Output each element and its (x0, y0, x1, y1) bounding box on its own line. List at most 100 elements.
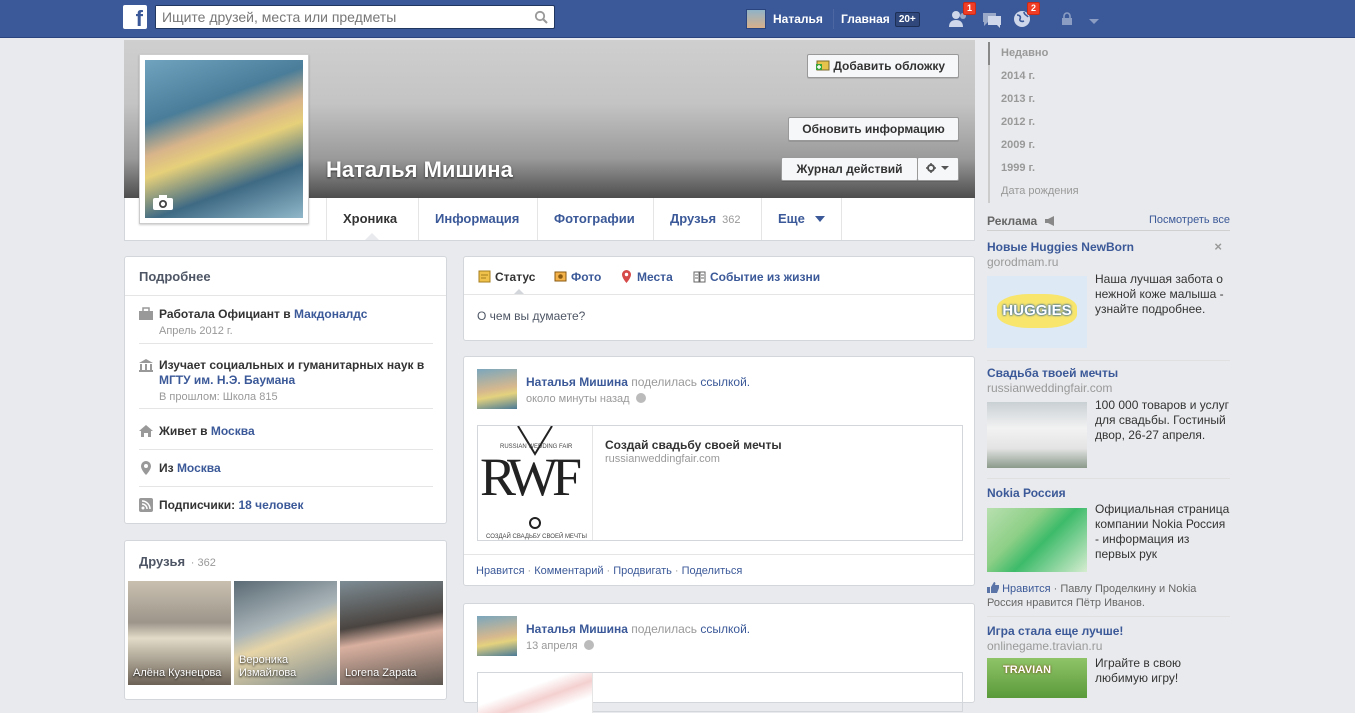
post: Наталья Мишина поделилась ссылкой. 13 ап… (463, 603, 975, 713)
composer-tab-places[interactable]: Места (620, 270, 673, 284)
ad-title[interactable]: Игра стала еще лучше! (987, 624, 1230, 638)
status-input[interactable]: О чем вы думаете? (477, 309, 585, 323)
year-item[interactable]: Недавно (988, 42, 1118, 65)
megaphone-icon (1044, 216, 1054, 226)
post-author-link[interactable]: Наталья Мишина (526, 622, 628, 636)
thumbs-up-icon (987, 582, 999, 593)
settings-dropdown-icon[interactable] (1088, 15, 1100, 29)
close-icon[interactable]: × (1214, 239, 1222, 254)
messages-icon[interactable] (981, 9, 1003, 29)
chevron-down-icon (814, 216, 825, 222)
search-icon[interactable] (534, 10, 548, 24)
friend-tile[interactable]: Вероника Измайлова (234, 581, 337, 685)
about-title: Подробнее (125, 257, 446, 296)
lives-city-link[interactable]: Москва (211, 424, 255, 438)
ad-text: Официальная страница компании Nokia Росс… (1095, 502, 1230, 561)
share-link[interactable]: Поделиться (682, 565, 743, 577)
friend-requests-icon[interactable]: 1 (948, 2, 976, 29)
ad-image[interactable]: TRAVIAN (987, 658, 1087, 698)
ad-text: Играйте в свою любимую игру! (1095, 656, 1182, 685)
privacy-shortcuts-icon[interactable] (1060, 12, 1078, 29)
friend-tile[interactable]: Алёна Кузнецова (128, 581, 231, 685)
promote-link[interactable]: Продвигать (613, 565, 672, 577)
camera-icon[interactable] (153, 195, 173, 210)
friends-box-count: · 362 (190, 557, 216, 569)
composer-tab-status[interactable]: Статус (478, 270, 535, 284)
composer-tab-life-event[interactable]: Событие из жизни (693, 270, 820, 284)
ad-url: gorodmam.ru (987, 255, 1059, 269)
tab-more[interactable]: Еще (761, 198, 842, 240)
see-all-ads-link[interactable]: Посмотреть все (1149, 214, 1230, 226)
avatar[interactable] (477, 369, 517, 409)
ad-image[interactable]: HUGGIES (987, 276, 1087, 348)
composer-tab-photo[interactable]: Фото (554, 270, 601, 284)
tab-info[interactable]: Информация (418, 198, 535, 240)
from-city-link[interactable]: Москва (177, 461, 221, 475)
ad-title[interactable]: Новые Huggies NewBorn (987, 240, 1230, 254)
post-object-link[interactable]: ссылкой. (700, 375, 750, 389)
home-link[interactable]: Главная 20+ (841, 0, 920, 38)
ad-like-link[interactable]: Нравится (1002, 583, 1051, 595)
update-info-label: Обновить информацию (802, 122, 945, 136)
ad-image[interactable] (987, 402, 1087, 468)
year-item[interactable]: 2014 г. (988, 65, 1118, 88)
camera-add-icon (816, 60, 830, 71)
facebook-logo[interactable]: f (123, 5, 147, 31)
add-cover-button[interactable]: Добавить обложку (807, 54, 959, 78)
post-object-link[interactable]: ссылкой. (700, 622, 750, 636)
settings-gear-button[interactable] (917, 157, 959, 181)
post-timestamp-link[interactable]: около минуты назад (526, 393, 630, 405)
followers-link[interactable]: 18 человек (238, 498, 303, 512)
tab-friends[interactable]: Друзья 362 (653, 198, 757, 240)
notifications-badge: 2 (1026, 2, 1040, 15)
year-item[interactable]: Дата рождения (988, 180, 1118, 203)
post-timestamp-link[interactable]: 13 апреля (526, 640, 578, 652)
briefcase-icon (139, 307, 153, 320)
globe-icon[interactable] (635, 393, 646, 403)
comment-link[interactable]: Комментарий (534, 565, 603, 577)
rwf-logo-top: RUSSIAN WEDDING FAIR (500, 444, 573, 450)
ad-item[interactable]: Nokia Россия Официальная страница компан… (987, 486, 1230, 616)
year-item[interactable]: 2012 г. (988, 111, 1118, 134)
profile-picture[interactable] (139, 54, 309, 224)
notifications-icon[interactable]: 2 (1012, 2, 1040, 29)
friends-box-title[interactable]: Друзья (139, 554, 185, 569)
avatar (746, 9, 766, 29)
search-input[interactable] (156, 6, 526, 28)
study-place-link[interactable]: МГТУ им. Н.Э. Баумана (159, 373, 295, 387)
home-count: 20+ (894, 11, 920, 27)
ad-item[interactable]: Новые Huggies NewBorn gorodmam.ru × HUGG… (987, 239, 1230, 350)
work-place-link[interactable]: Макдоналдс (294, 307, 367, 321)
home-label: Главная (841, 12, 890, 26)
globe-icon[interactable] (583, 640, 594, 650)
status-icon (478, 270, 491, 283)
home-icon (139, 425, 153, 437)
link-title: Создай свадьбу своей мечты (605, 438, 782, 452)
year-item[interactable]: 2009 г. (988, 134, 1118, 157)
year-item[interactable]: 1999 г. (988, 157, 1118, 180)
friend-tile[interactable]: Lorena Zapata (340, 581, 443, 685)
update-info-button[interactable]: Обновить информацию (788, 117, 959, 141)
gear-icon (926, 163, 949, 173)
post-author-link[interactable]: Наталья Мишина (526, 375, 628, 389)
avatar[interactable] (477, 616, 517, 656)
link-preview[interactable] (477, 672, 963, 713)
year-item[interactable]: 2013 г. (988, 88, 1118, 111)
ad-image[interactable] (987, 508, 1087, 572)
post-time: около минуты назад (526, 393, 646, 405)
like-link[interactable]: Нравится (476, 565, 525, 577)
composer: Статус Фото Места Событие из жизни О чем… (463, 256, 975, 341)
travian-logo: TRAVIAN (1003, 664, 1052, 676)
search-box (155, 5, 555, 29)
ad-text: Наша лучшая забота о нежной коже малыша … (1095, 272, 1224, 316)
ad-item[interactable]: Свадьба твоей мечты russianweddingfair.c… (987, 366, 1230, 476)
ad-item[interactable]: Игра стала еще лучше! onlinegame.travian… (987, 624, 1230, 698)
activity-log-button[interactable]: Журнал действий (781, 157, 918, 181)
tab-photos[interactable]: Фотографии (537, 198, 651, 240)
place-pin-icon (622, 270, 631, 283)
profile-link[interactable]: Наталья (746, 0, 823, 38)
link-preview[interactable]: RWF RUSSIAN WEDDING FAIR СОЗДАЙ СВАДЬБУ … (477, 425, 963, 541)
profile-photo (145, 60, 303, 218)
ad-title[interactable]: Свадьба твоей мечты (987, 366, 1230, 380)
ad-title[interactable]: Nokia Россия (987, 486, 1230, 500)
